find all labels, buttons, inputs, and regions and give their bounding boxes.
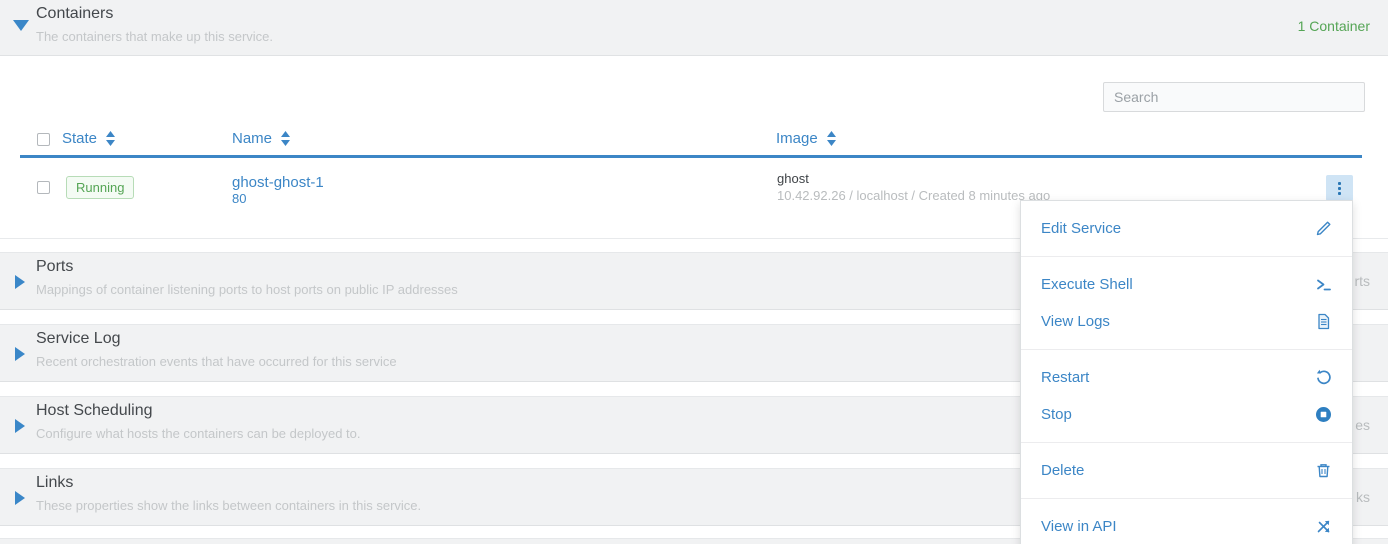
column-header-image[interactable]: Image	[776, 130, 837, 147]
kebab-menu-icon	[1338, 182, 1341, 185]
column-header-label: Image	[776, 130, 818, 147]
sort-icon	[105, 131, 116, 146]
select-all-checkbox[interactable]	[37, 133, 50, 146]
menu-item-stop[interactable]: Stop	[1021, 396, 1352, 433]
expand-caret-icon[interactable]	[15, 419, 25, 433]
expand-caret-icon[interactable]	[15, 347, 25, 361]
section-title: Host Scheduling	[36, 402, 153, 420]
menu-item-edit-service[interactable]: Edit Service	[1021, 210, 1352, 247]
menu-item-view-in-api[interactable]: View in API	[1021, 508, 1352, 544]
column-header-label: State	[62, 130, 97, 147]
section-description: These properties show the links between …	[36, 498, 421, 513]
terminal-icon	[1315, 276, 1332, 293]
links-count-fragment: ks	[1356, 489, 1370, 505]
row-actions-menu: Edit Service Execute Shell View Logs	[1020, 200, 1353, 544]
section-description: Configure what hosts the containers can …	[36, 426, 361, 441]
image-details: 10.42.92.26 / localhost / Created 8 minu…	[777, 188, 1050, 203]
row-checkbox[interactable]	[37, 181, 50, 194]
menu-item-label: Restart	[1041, 369, 1089, 386]
menu-item-restart[interactable]: Restart	[1021, 359, 1352, 396]
rules-count-fragment: es	[1355, 417, 1370, 433]
table-header-underline	[20, 155, 1362, 158]
restart-icon	[1315, 369, 1332, 386]
section-title: Service Log	[36, 330, 121, 348]
menu-item-delete[interactable]: Delete	[1021, 452, 1352, 489]
trash-icon	[1315, 462, 1332, 479]
status-badge: Running	[66, 176, 134, 199]
menu-item-label: Edit Service	[1041, 220, 1121, 237]
file-text-icon	[1315, 313, 1332, 330]
section-title: Links	[36, 474, 73, 492]
pencil-icon	[1315, 220, 1332, 237]
menu-item-label: Delete	[1041, 462, 1084, 479]
section-title: Ports	[36, 258, 73, 276]
menu-item-label: Execute Shell	[1041, 276, 1133, 293]
sort-icon	[280, 131, 291, 146]
menu-item-label: View in API	[1041, 518, 1117, 535]
menu-item-view-logs[interactable]: View Logs	[1021, 303, 1352, 340]
container-name-link[interactable]: ghost-ghost-1	[232, 174, 324, 191]
menu-item-execute-shell[interactable]: Execute Shell	[1021, 266, 1352, 303]
container-port-link[interactable]: 80	[232, 191, 246, 206]
containers-section-title: Containers	[36, 5, 113, 23]
sort-icon	[826, 131, 837, 146]
kebab-menu-icon	[1338, 192, 1341, 195]
row-actions-button[interactable]	[1326, 175, 1353, 201]
external-link-icon	[1315, 518, 1332, 535]
ports-count-fragment: rts	[1354, 273, 1370, 289]
column-header-name[interactable]: Name	[232, 130, 291, 147]
service-detail-page: Containers The containers that make up t…	[0, 0, 1388, 544]
section-description: Recent orchestration events that have oc…	[36, 354, 397, 369]
containers-section-header: Containers The containers that make up t…	[0, 0, 1388, 56]
expand-caret-icon[interactable]	[15, 275, 25, 289]
column-header-state[interactable]: State	[62, 130, 116, 147]
menu-item-label: View Logs	[1041, 313, 1110, 330]
menu-item-label: Stop	[1041, 406, 1072, 423]
kebab-menu-icon	[1338, 187, 1341, 190]
section-description: Mappings of container listening ports to…	[36, 282, 458, 297]
search-input[interactable]	[1103, 82, 1365, 112]
stop-icon	[1315, 406, 1332, 423]
image-name: ghost	[777, 171, 809, 186]
expand-caret-icon[interactable]	[15, 491, 25, 505]
container-count-badge: 1 Container	[1298, 18, 1370, 34]
column-header-label: Name	[232, 130, 272, 147]
containers-section-subtitle: The containers that make up this service…	[36, 29, 273, 44]
collapse-caret-icon[interactable]	[13, 20, 29, 31]
